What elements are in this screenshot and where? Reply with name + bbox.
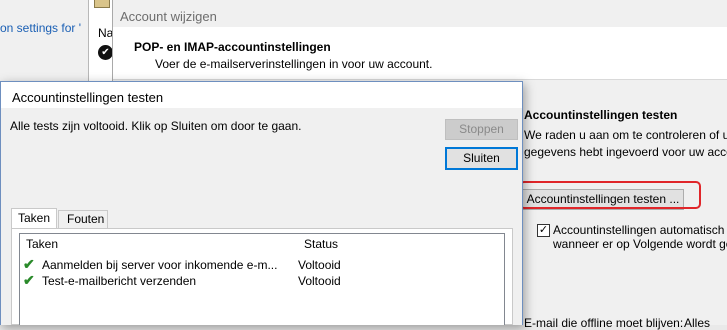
test-dialog-title: Accountinstellingen testen [12,90,164,105]
completed-check-icon: ✔ [23,272,35,288]
test-section-title: Accountinstellingen testen [524,108,678,122]
task-status: Voltooid [298,258,341,272]
account-dialog-title: Account wijzigen [120,9,217,24]
test-status-message: Alle tests zijn voltooid. Klik op Sluite… [10,119,302,133]
column-header-tasks[interactable]: Taken [26,237,58,251]
account-settings-link[interactable]: on settings for ' [0,21,81,35]
status-check-icon: ✔ [98,45,113,60]
column-header-status[interactable]: Status [304,237,338,251]
stop-button[interactable]: Stoppen [445,119,518,140]
offline-mail-value[interactable]: Alles [684,316,710,330]
auto-test-label-line2: wanneer er op Volgende wordt ge [553,237,727,251]
account-dialog-subheading: Voer de e-mailserverinstellingen in voor… [155,57,433,71]
mail-icon [94,0,110,8]
task-name: Aanmelden bij server voor inkomende e-m.… [42,258,278,272]
test-section-description-line2: gegevens hebt ingevoerd voor uw accou [524,145,727,159]
auto-test-label-line1: Accountinstellingen automatisch t [553,223,727,237]
completed-check-icon: ✔ [23,256,35,272]
account-dialog-heading: POP- en IMAP-accountinstellingen [134,40,331,54]
tab-tasks[interactable]: Taken [11,208,57,229]
task-name: Test-e-mailbericht verzenden [42,274,197,288]
task-status: Voltooid [298,274,341,288]
tab-errors[interactable]: Fouten [58,210,108,229]
highlight-annotation [519,181,701,209]
close-button[interactable]: Sluiten [445,147,518,170]
test-section-description-line1: We raden u aan om te controleren of u d [524,128,727,142]
offline-mail-label: E-mail die offline moet blijven: [524,316,684,330]
auto-test-checkbox[interactable]: ✓ [537,224,550,237]
